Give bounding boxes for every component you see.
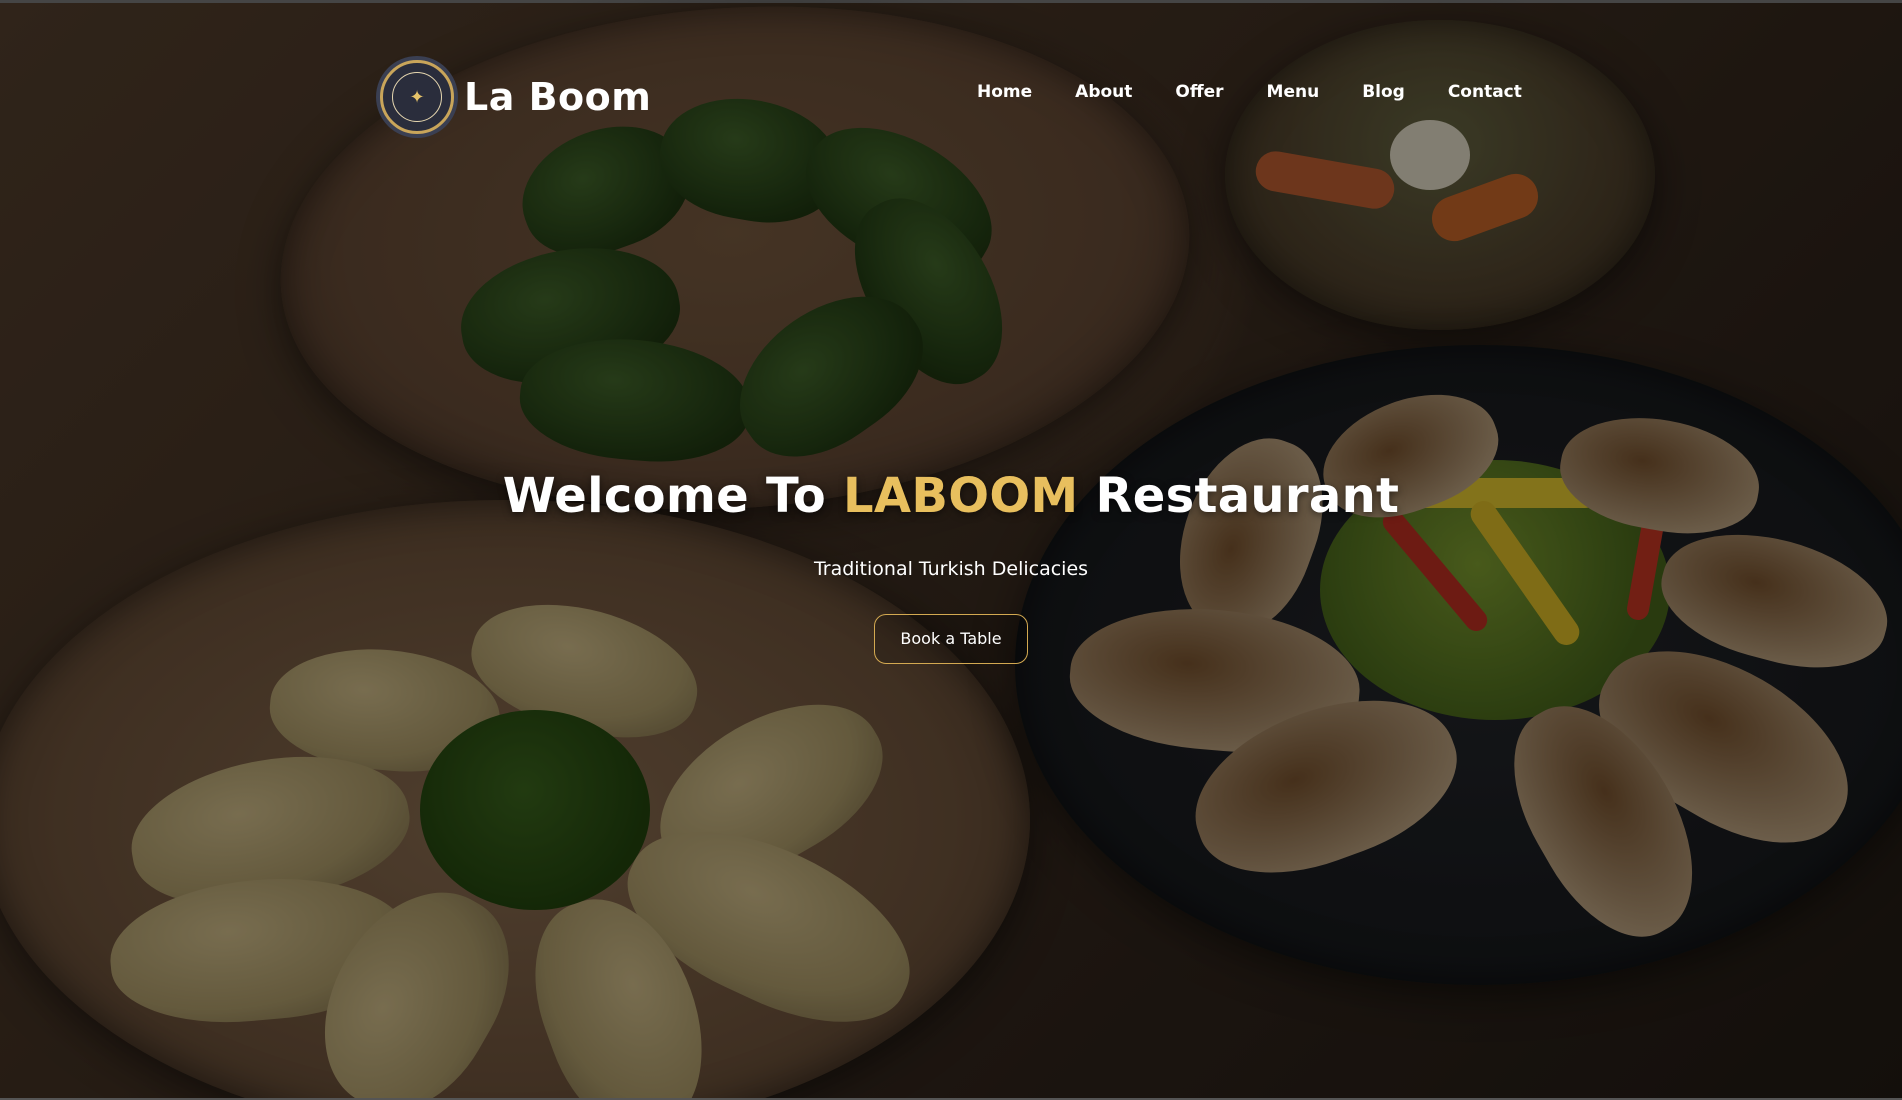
headline-suffix: Restaurant — [1078, 468, 1400, 524]
nav-menu[interactable]: Menu — [1267, 82, 1320, 102]
nav-about[interactable]: About — [1075, 82, 1132, 102]
brand[interactable]: ✦ La Boom — [380, 60, 651, 134]
hero-headline: Welcome To LABOOM Restaurant — [0, 468, 1902, 524]
headline-accent: LABOOM — [843, 468, 1079, 524]
nav-blog[interactable]: Blog — [1362, 82, 1405, 102]
brand-name[interactable]: La Boom — [464, 75, 651, 119]
hero-subtitle: Traditional Turkish Delicacies — [813, 558, 1089, 580]
chef-hat-icon: ✦ — [392, 72, 442, 122]
hero-section: ✦ La Boom Home About Offer Menu Blog Con… — [0, 0, 1902, 1100]
book-table-button[interactable]: Book a Table — [874, 614, 1028, 664]
nav-contact[interactable]: Contact — [1448, 82, 1522, 102]
hero-content: Welcome To LABOOM Restaurant Traditional… — [0, 468, 1902, 664]
main-nav: Home About Offer Menu Blog Contact — [977, 82, 1522, 102]
logo[interactable]: ✦ — [380, 60, 454, 134]
nav-home[interactable]: Home — [977, 82, 1032, 102]
headline-prefix: Welcome To — [502, 468, 843, 524]
nav-offer[interactable]: Offer — [1175, 82, 1223, 102]
